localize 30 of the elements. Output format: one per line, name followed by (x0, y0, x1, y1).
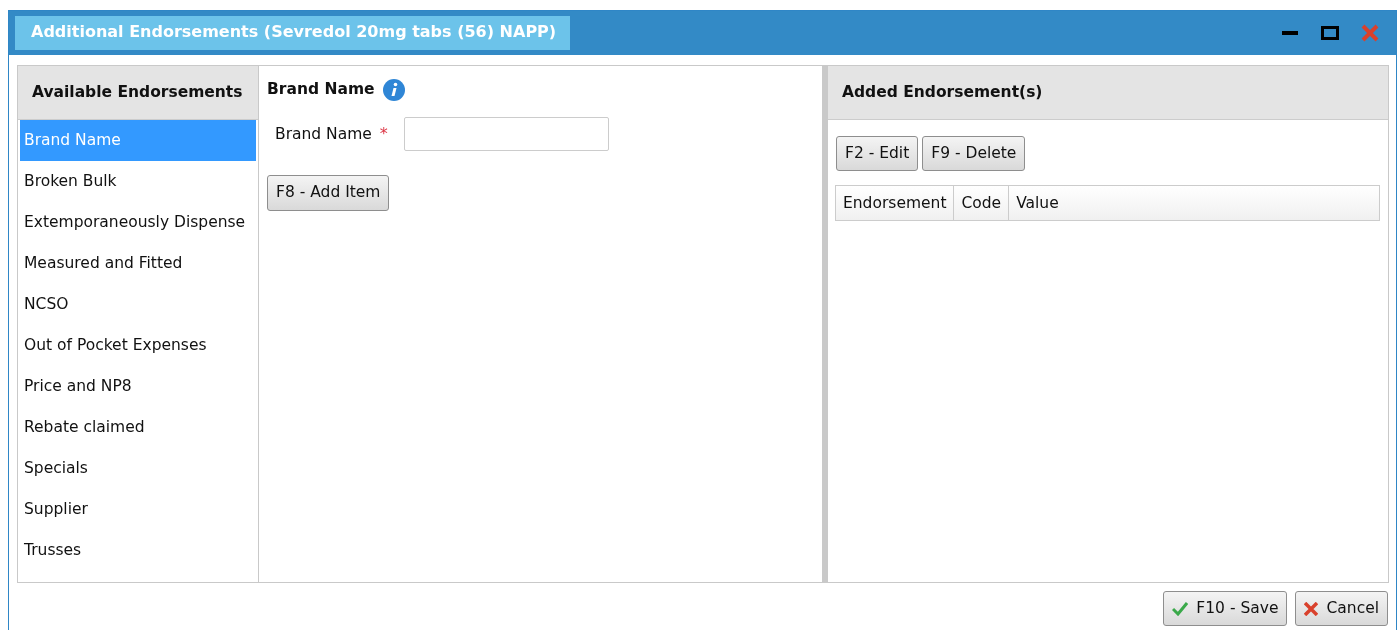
add-item-button[interactable]: F8 - Add Item (267, 175, 390, 211)
column-header: Value (1015, 193, 1060, 215)
list-item[interactable]: Trusses (20, 530, 256, 571)
close-icon (1304, 601, 1319, 616)
section-heading: Brand Name (267, 79, 375, 100)
edit-button[interactable]: F2 - Edit (836, 136, 919, 172)
list-item[interactable]: Specials (20, 448, 256, 489)
panel-header: Added Endorsement(s) (828, 66, 1388, 120)
maximize-icon[interactable] (1321, 26, 1339, 40)
window-title: Additional Endorsements (Sevredol 20mg tabs (56) NAPP) (15, 16, 571, 50)
list-item[interactable]: Extemporaneously Dispense (20, 202, 256, 243)
delete-button[interactable]: F9 - Delete (922, 136, 1026, 172)
required-mark: * (379, 123, 388, 146)
list-item[interactable]: Out of Pocket Expenses (20, 325, 256, 366)
list-item[interactable]: NCSO (20, 284, 256, 325)
cancel-button[interactable]: Cancel (1295, 591, 1388, 627)
list-item[interactable]: Price and NP8 (20, 366, 256, 407)
panel-header: Available Endorsements (18, 66, 258, 120)
field-label: Brand Name (275, 123, 372, 145)
column-header: Endorsement (836, 186, 955, 221)
list-item[interactable]: Broken Bulk (20, 161, 256, 202)
check-icon (1172, 601, 1189, 616)
minimize-icon[interactable] (1282, 30, 1298, 36)
column-header: Code (954, 186, 1010, 221)
list-item[interactable]: Supplier (20, 489, 256, 530)
info-icon (382, 78, 405, 101)
save-button[interactable]: F10 - Save (1163, 591, 1288, 627)
list-item[interactable]: Measured and Fitted (20, 243, 256, 284)
list-item[interactable]: Rebate claimed (20, 407, 256, 448)
input-field[interactable] (403, 117, 609, 152)
